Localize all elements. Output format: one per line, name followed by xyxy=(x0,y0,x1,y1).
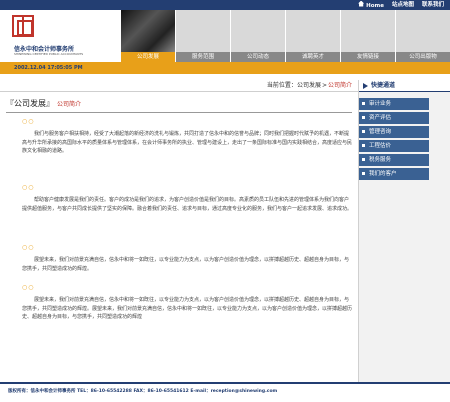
section-dots-icon: ○○ xyxy=(22,244,35,251)
sidebar-heading: 快捷通道 xyxy=(359,80,450,92)
tab-links[interactable]: 友情链接 xyxy=(340,10,395,62)
footer: 版权所有：信永中和会计师事务所 TEL：86-10-65542288 FAX：8… xyxy=(0,382,450,402)
tab-label: 公司动态 xyxy=(231,52,285,62)
square-bullet-icon xyxy=(362,130,365,133)
header-gap xyxy=(105,10,120,62)
breadcrumb-current: 公司简介 xyxy=(327,82,352,89)
breadcrumb: 当前位置：公司发展>公司简介 xyxy=(267,81,352,91)
tab-company-development[interactable]: 公司发展 xyxy=(120,10,175,62)
sidebar: 快捷通道 审计业务 资产评估 管理咨询 工程估价 税务服务 我们的客户 xyxy=(358,80,450,382)
top-nav: Home 站点地图 联系我们 xyxy=(358,0,444,10)
sidebar-item-label: 税务服务 xyxy=(369,157,392,163)
paragraph-outlook: 展望未来，我们对前景充满自信，信永中和将一如既往，以专业能力为支点，以为客户创造… xyxy=(22,257,350,272)
tab-image xyxy=(396,10,450,52)
square-bullet-icon xyxy=(362,158,365,161)
breadcrumb-separator: > xyxy=(321,82,327,89)
paragraph-intro: 我们与服务客户相扶相持，经受了大潮起落的新经济的洗礼与锻炼，共同打造了信永中和的… xyxy=(22,131,353,154)
page-title: 『公司发展』 公司简介 xyxy=(6,98,81,109)
logo[interactable]: 信永中和会计师事务所 SHINEWING CERTIFIED PUBLIC AC… xyxy=(0,10,105,62)
section-dots-icon: ○○ xyxy=(22,118,35,125)
sidebar-item-asset-valuation[interactable]: 资产评估 xyxy=(359,112,429,124)
main-content: 『公司发展』 公司简介 ○○ 我们与服务客户相扶相持，经受了大潮起落的新经济的洗礼… xyxy=(0,92,358,382)
section-dots-icon: ○○ xyxy=(22,284,35,291)
main-nav: 公司发展 服务范围 公司动态 诚聘英才 友情链接 公司出版物 xyxy=(120,10,450,62)
tab-image xyxy=(231,10,285,52)
tab-label: 公司发展 xyxy=(121,52,175,62)
tab-news[interactable]: 公司动态 xyxy=(230,10,285,62)
company-name-en: SHINEWING CERTIFIED PUBLIC ACCOUNTANTS xyxy=(14,52,84,56)
sidebar-item-engineering[interactable]: 工程估价 xyxy=(359,140,429,152)
square-bullet-icon xyxy=(362,144,365,147)
title-divider xyxy=(6,112,352,113)
tab-services[interactable]: 服务范围 xyxy=(175,10,230,62)
footer-info: 版权所有：信永中和会计师事务所 TEL：86-10-65542288 FAX：8… xyxy=(8,389,278,394)
page-title-text: 『公司发展』 xyxy=(6,99,54,108)
breadcrumb-prefix: 当前位置： xyxy=(266,82,297,89)
home-icon xyxy=(358,0,365,7)
sidebar-item-label: 我们的客户 xyxy=(369,171,397,177)
sidebar-item-audit[interactable]: 审计业务 xyxy=(359,98,429,110)
sidebar-item-label: 工程估价 xyxy=(369,143,392,149)
square-bullet-icon xyxy=(362,102,365,105)
tab-image xyxy=(341,10,395,52)
tab-image xyxy=(121,10,175,52)
date-bar: 2002.12.04 17:05:05 PM xyxy=(0,62,450,74)
tab-label: 友情链接 xyxy=(341,52,395,62)
section-dots-icon: ○○ xyxy=(22,184,35,191)
tab-label: 公司出版物 xyxy=(396,52,450,62)
sidebar-item-consulting[interactable]: 管理咨询 xyxy=(359,126,429,138)
sidebar-item-clients[interactable]: 我们的客户 xyxy=(359,168,429,180)
breadcrumb-bar: 当前位置：公司发展>公司简介 xyxy=(0,80,358,92)
square-bullet-icon xyxy=(362,172,365,175)
page-subtitle: 公司简介 xyxy=(57,101,82,108)
seal-logo-icon xyxy=(12,15,34,37)
square-bullet-icon xyxy=(362,116,365,119)
sidebar-item-label: 审计业务 xyxy=(369,101,392,107)
sidebar-item-tax[interactable]: 税务服务 xyxy=(359,154,429,166)
tab-label: 服务范围 xyxy=(176,52,230,62)
paragraph-mission: 帮助客户健康发展是我们的责任。客户的成功是我们的追求，为客户创造价值是我们的目标… xyxy=(22,197,353,212)
top-bar: Home 站点地图 联系我们 xyxy=(0,0,450,10)
current-date: 2002.12.04 17:05:05 PM xyxy=(14,65,83,71)
home-link[interactable]: Home xyxy=(358,0,384,10)
paragraph-outlook-repeat: 展望未来，我们对前景充满自信，信永中和将一如既往，以专业能力为支点，以为客户创造… xyxy=(22,297,353,320)
tab-image xyxy=(176,10,230,52)
sidebar-item-label: 管理咨询 xyxy=(369,129,392,135)
tab-label: 诚聘英才 xyxy=(286,52,340,62)
breadcrumb-section[interactable]: 公司发展 xyxy=(297,82,321,89)
contact-link[interactable]: 联系我们 xyxy=(422,1,444,9)
tab-image xyxy=(286,10,340,52)
tab-careers[interactable]: 诚聘英才 xyxy=(285,10,340,62)
arrow-right-icon xyxy=(363,83,368,89)
sidebar-list: 审计业务 资产评估 管理咨询 工程估价 税务服务 我们的客户 xyxy=(359,98,450,180)
sidebar-heading-label: 快捷通道 xyxy=(371,82,396,89)
sitemap-link[interactable]: 站点地图 xyxy=(392,1,414,9)
tab-publications[interactable]: 公司出版物 xyxy=(395,10,450,62)
sidebar-item-label: 资产评估 xyxy=(369,115,392,121)
